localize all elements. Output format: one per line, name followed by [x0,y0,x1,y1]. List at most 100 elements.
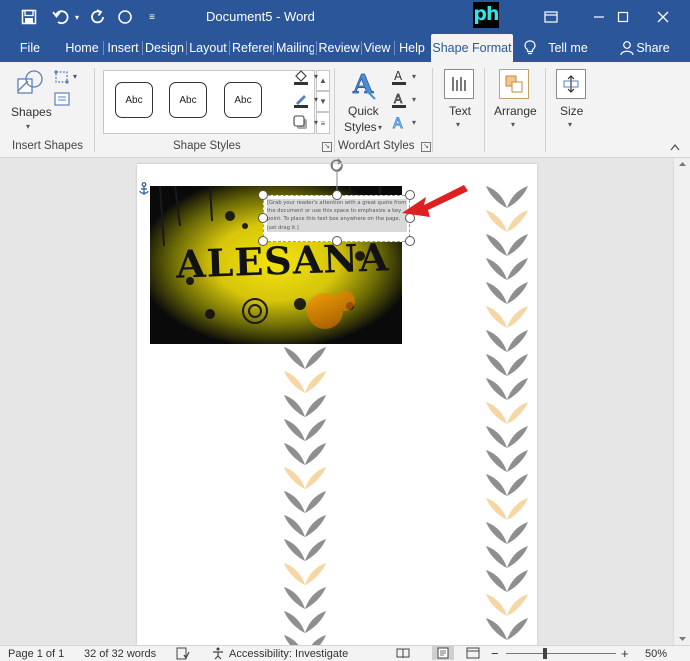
page-count[interactable]: Page 1 of 1 [8,648,64,660]
zoom-out-button[interactable]: − [491,646,499,661]
leaf [486,498,528,520]
quick-styles-label[interactable]: Quick [348,104,379,118]
text-outline-dropdown-icon[interactable]: ▾ [412,95,416,104]
text-fill-icon[interactable]: A [390,68,408,86]
text-fill-dropdown-icon[interactable]: ▾ [412,72,416,81]
group-divider [94,68,95,152]
leaf [486,522,528,544]
tab-divider [316,41,317,55]
shape-outline-dropdown-icon[interactable]: ▾ [314,95,318,104]
size-dropdown-icon[interactable]: ▾ [568,120,572,129]
edit-shape-dropdown-icon[interactable]: ▾ [73,72,77,81]
zoom-slider-thumb[interactable] [543,648,547,659]
shape-style-sample[interactable]: Abc [224,82,262,118]
shape-effects-icon[interactable] [292,114,310,132]
vertical-scrollbar[interactable] [673,158,690,645]
size-icon[interactable] [556,69,586,99]
tab-mailings[interactable]: Mailing [276,34,314,62]
group-divider [545,68,546,152]
tab-review[interactable]: Review [318,34,360,62]
word-count[interactable]: 32 of 32 words [84,648,156,660]
leaf [284,419,326,441]
text-box-icon[interactable] [52,90,72,108]
svg-text:A: A [394,69,403,83]
leaf [486,402,528,424]
share-person-icon[interactable] [618,34,636,62]
tab-references[interactable]: Referen [232,34,272,62]
zoom-level[interactable]: 50% [645,648,667,660]
arrange-label[interactable]: Arrange [494,104,537,118]
leaf [486,258,528,280]
tab-divider [229,41,230,55]
proofing-icon[interactable] [176,647,190,661]
shapes-label[interactable]: Shapes [11,105,52,119]
document-page[interactable]: ALESANA [Grab your reader's attention wi… [137,164,537,645]
ribbon-display-icon[interactable] [528,0,574,34]
accessibility-icon[interactable] [211,647,225,661]
text-effects-dropdown-icon[interactable]: ▾ [412,118,416,127]
gallery-more-icon[interactable]: ≡ [316,112,330,134]
rotate-handle-icon[interactable] [329,158,343,172]
shape-style-sample[interactable]: Abc [169,82,207,118]
arrange-icon[interactable] [499,69,529,99]
leaf [486,570,528,592]
text-dropdown-icon[interactable]: ▾ [456,120,460,129]
shape-fill-dropdown-icon[interactable]: ▾ [314,72,318,81]
lightbulb-icon[interactable] [520,34,540,62]
leaf [486,594,528,616]
text-options-icon[interactable] [444,69,474,99]
shape-effects-dropdown-icon[interactable]: ▾ [314,118,318,127]
collapse-ribbon-icon[interactable] [668,140,682,154]
quick-styles-icon[interactable]: A [350,68,380,102]
quick-styles-label[interactable]: Styles [344,120,377,134]
quick-styles-dropdown-icon[interactable]: ▾ [378,123,382,132]
shape-fill-icon[interactable] [292,68,310,86]
ph-logo: ph [473,2,500,28]
tab-insert[interactable]: Insert [105,34,141,62]
close-icon[interactable] [640,0,686,34]
leaf [486,474,528,496]
zoom-in-button[interactable]: + [621,646,629,661]
undo-icon[interactable] [48,0,74,34]
shapes-icon[interactable] [14,68,46,100]
wordart-styles-group-label: WordArt Styles [338,140,415,152]
tab-design[interactable]: Design [144,34,185,62]
tell-me-search[interactable]: Tell me [546,34,590,62]
accessibility-status[interactable]: Accessibility: Investigate [229,648,348,660]
tab-shape-format[interactable]: Shape Format [431,34,513,62]
shapes-dropdown-icon[interactable]: ▾ [26,122,30,131]
share-button[interactable]: Share [636,34,670,62]
read-mode-icon[interactable] [396,647,410,661]
shape-styles-launcher-icon[interactable]: ↘ [322,142,332,152]
shape-styles-gallery: Abc Abc Abc [103,70,315,134]
text-effects-icon[interactable]: A [390,114,408,132]
leaf [486,618,528,640]
shape-style-sample[interactable]: Abc [115,82,153,118]
tab-view[interactable]: View [362,34,392,62]
gallery-up-icon[interactable]: ▲ [316,70,330,91]
shape-outline-icon[interactable] [292,91,310,109]
circle-icon[interactable] [114,0,136,34]
wordart-launcher-icon[interactable]: ↘ [421,142,431,152]
arrange-dropdown-icon[interactable]: ▾ [511,120,515,129]
zoom-slider[interactable] [506,653,616,654]
redo-icon[interactable] [86,0,110,34]
anchor-icon[interactable] [138,182,150,196]
undo-dropdown-icon[interactable]: ▾ [72,0,82,34]
edit-shape-icon[interactable] [52,68,72,86]
group-divider [432,68,433,152]
tab-help[interactable]: Help [396,34,428,62]
tab-home[interactable]: Home [62,34,102,62]
quote-text-box[interactable]: [Grab your reader's attention with a gre… [263,195,410,242]
gallery-down-icon[interactable]: ▼ [316,91,330,112]
text-outline-icon[interactable]: A [390,91,408,109]
web-layout-icon[interactable] [466,647,480,661]
size-label[interactable]: Size [560,104,583,118]
print-layout-icon[interactable] [432,646,454,660]
customize-icon[interactable]: ≡ [142,0,162,34]
text-group-label[interactable]: Text [449,104,471,118]
tab-layout[interactable]: Layout [188,34,228,62]
tab-file[interactable]: File [12,34,48,62]
save-icon[interactable] [14,0,44,34]
alesana-image-text: ALESANA [175,234,391,287]
